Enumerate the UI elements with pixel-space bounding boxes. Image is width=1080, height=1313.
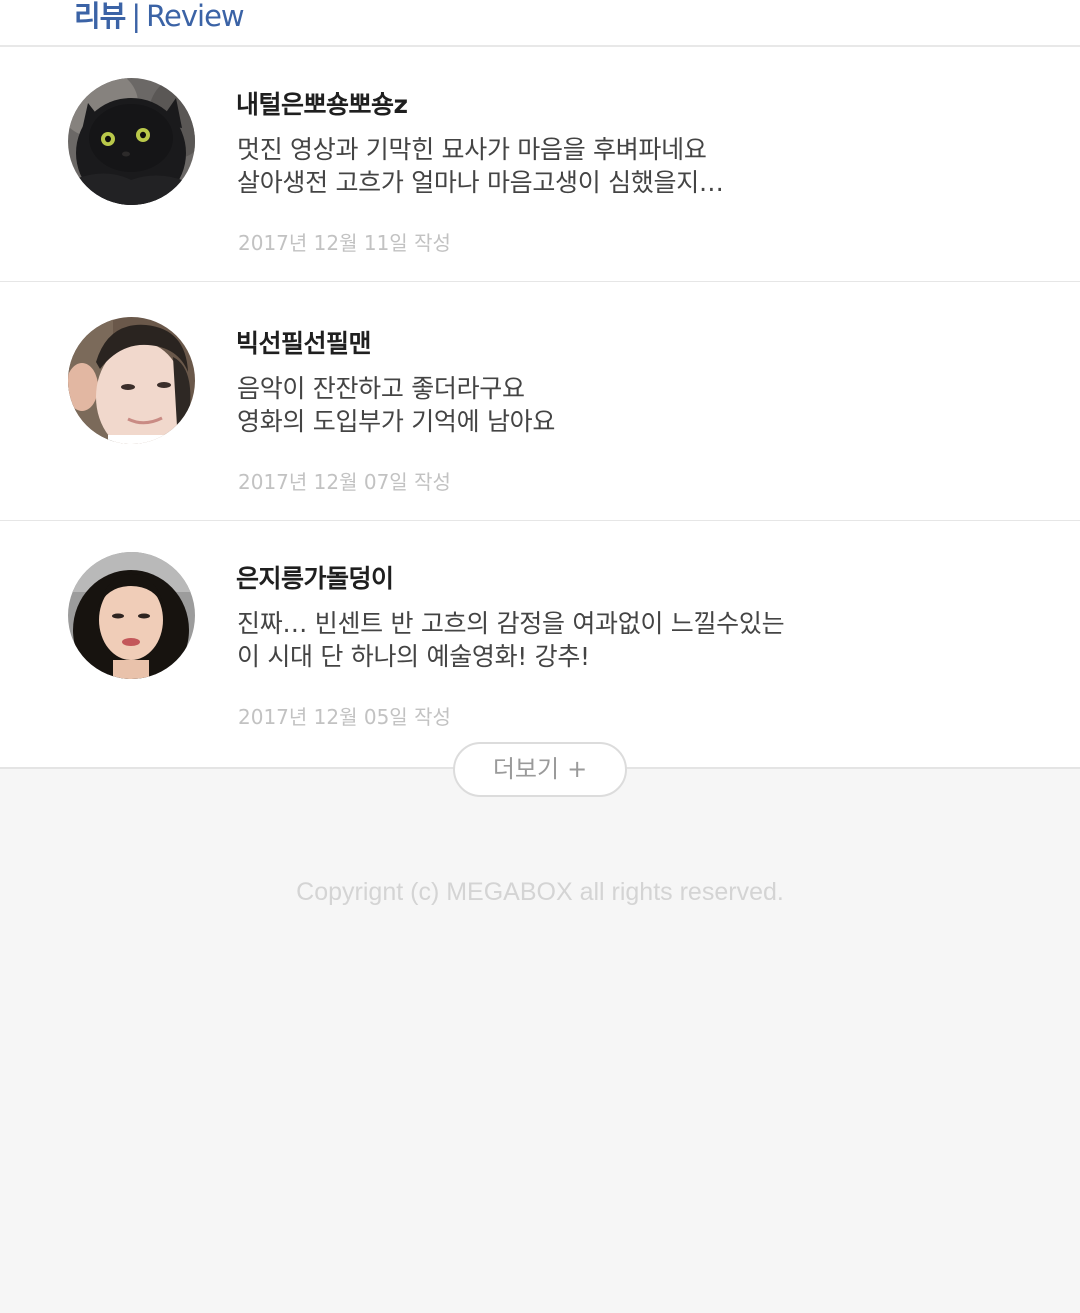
section-header: 리뷰 | Review [0, 0, 1080, 47]
reviewer-nickname: 빅선필선필맨 [236, 329, 372, 358]
reviewer-nickname: 은지릉가돌덩이 [236, 564, 394, 593]
review-comment: 진짜… 빈센트 반 고흐의 감정을 여과없이 느낄수있는 이 시대 단 하나의 … [237, 607, 785, 673]
review-comment: 멋진 영상과 기막힌 묘사가 마음을 후벼파네요 살아생전 고흐가 얼마나 마음… [237, 133, 724, 199]
plus-icon: + [567, 755, 588, 783]
review-item: 내털은뽀숑뽀숑z 멋진 영상과 기막힌 묘사가 마음을 후벼파네요 살아생전 고… [0, 47, 1080, 282]
section-title: 리뷰 | Review [74, 0, 245, 38]
copyright-text: Copyrignt (c) MEGABOX all rights reserve… [296, 878, 784, 906]
review-date: 2017년 12월 05일 작성 [238, 705, 451, 729]
title-separator: | [131, 0, 141, 33]
more-button[interactable]: 더보기 + [453, 742, 627, 797]
review-comment-line: 살아생전 고흐가 얼마나 마음고생이 심했을지… [237, 168, 724, 197]
review-item: 빅선필선필맨 음악이 잔잔하고 좋더라구요 영화의 도입부가 기억에 남아요 2… [0, 286, 1080, 521]
black-cat-avatar [68, 78, 195, 205]
review-comment-line: 이 시대 단 하나의 예술영화! 강추! [237, 642, 590, 671]
review-comment-line: 음악이 잔잔하고 좋더라구요 [237, 374, 525, 403]
review-comment-line: 멋진 영상과 기막힌 묘사가 마음을 후벼파네요 [237, 135, 707, 164]
section-title-en: Review [146, 0, 244, 33]
woman-selfie-avatar [68, 552, 195, 679]
section-title-ko: 리뷰 [74, 0, 126, 33]
review-date: 2017년 12월 07일 작성 [238, 470, 451, 494]
review-date: 2017년 12월 11일 작성 [238, 231, 451, 255]
review-item: 은지릉가돌덩이 진짜… 빈센트 반 고흐의 감정을 여과없이 느낄수있는 이 시… [0, 521, 1080, 755]
reviewer-nickname: 내털은뽀숑뽀숑z [236, 90, 408, 119]
review-section: 리뷰 | Review 내털은뽀숑뽀숑z 멋진 영상과 기막힌 묘사가 마음을 … [0, 0, 1080, 768]
review-comment-line: 영화의 도입부가 기억에 남아요 [237, 407, 556, 436]
review-comment: 음악이 잔잔하고 좋더라구요 영화의 도입부가 기억에 남아요 [237, 372, 555, 438]
more-button-label: 더보기 [492, 755, 560, 783]
man-selfie-avatar [68, 317, 195, 444]
review-comment-line: 진짜… 빈센트 반 고흐의 감정을 여과없이 느낄수있는 [237, 609, 785, 638]
